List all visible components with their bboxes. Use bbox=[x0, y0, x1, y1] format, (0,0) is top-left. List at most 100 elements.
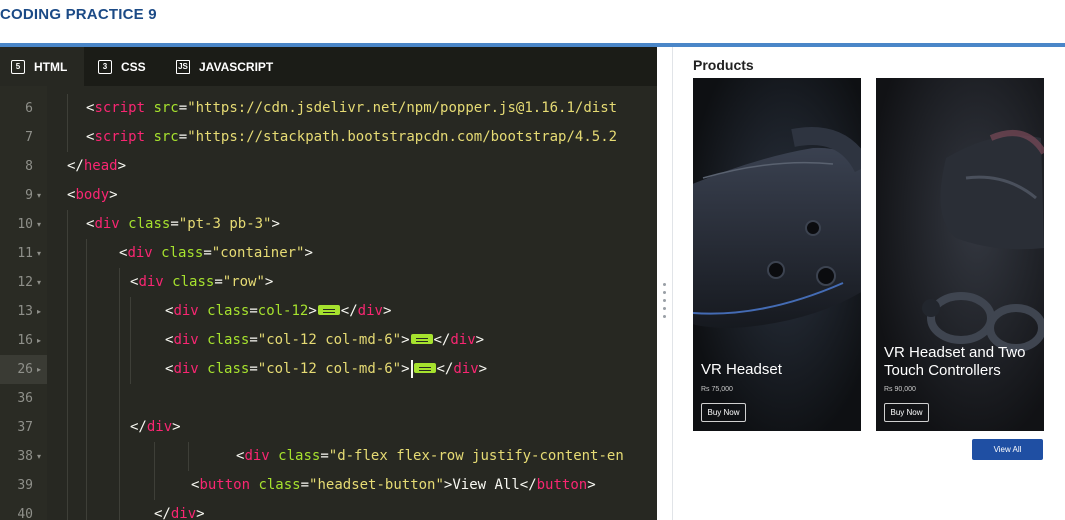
drag-handle-icon bbox=[663, 283, 666, 323]
fold-toggle-icon[interactable]: ▸ bbox=[37, 355, 41, 384]
indent-guide bbox=[86, 442, 87, 471]
css3-icon: 3 bbox=[98, 59, 112, 74]
code-text: <div class="container"> bbox=[119, 245, 313, 261]
code-text: <div class="d-flex flex-row justify-cont… bbox=[236, 448, 624, 464]
code-text: <script src="https://cdn.jsdelivr.net/np… bbox=[86, 100, 618, 116]
product-card: VR Headset Rs 75,000 Buy Now bbox=[693, 78, 861, 431]
tab-html[interactable]: 5 HTML bbox=[0, 47, 84, 86]
indent-guide bbox=[130, 326, 131, 355]
code-editor[interactable]: 5 HTML 3 CSS JS JAVASCRIPT 6 <script src… bbox=[0, 47, 657, 520]
products-heading: Products bbox=[693, 57, 754, 73]
indent-guide bbox=[86, 355, 87, 384]
indent-guide bbox=[67, 384, 68, 413]
indent-guide bbox=[119, 413, 120, 442]
indent-guide bbox=[86, 500, 87, 520]
editor-tab-bar: 5 HTML 3 CSS JS JAVASCRIPT bbox=[0, 47, 657, 86]
code-line[interactable]: 12 ▾ <div class="row"> bbox=[0, 268, 657, 297]
indent-guide bbox=[119, 297, 120, 326]
code-text: <script src="https://stackpath.bootstrap… bbox=[86, 129, 618, 145]
indent-guide bbox=[67, 413, 68, 442]
fold-toggle-icon[interactable]: ▾ bbox=[37, 210, 41, 239]
line-number: 6 bbox=[25, 101, 33, 116]
buy-now-button[interactable]: Buy Now bbox=[701, 403, 746, 422]
indent-guide bbox=[67, 210, 68, 239]
indent-guide bbox=[130, 297, 131, 326]
indent-guide bbox=[119, 384, 120, 413]
indent-guide bbox=[67, 239, 68, 268]
indent-guide bbox=[86, 384, 87, 413]
tab-css[interactable]: 3 CSS bbox=[84, 47, 162, 86]
code-line[interactable]: 6 <script src="https://cdn.jsdelivr.net/… bbox=[0, 94, 657, 123]
line-number: 36 bbox=[17, 391, 33, 406]
code-line[interactable]: 13 ▸ <div class=col-12> </div> bbox=[0, 297, 657, 326]
code-text: <body> bbox=[67, 187, 118, 203]
page-header: CODING PRACTICE 9 bbox=[0, 0, 1065, 44]
indent-guide bbox=[67, 297, 68, 326]
indent-guide bbox=[67, 326, 68, 355]
fold-toggle-icon[interactable]: ▸ bbox=[37, 297, 41, 326]
product-title: VR Headset bbox=[701, 361, 782, 378]
folded-code-icon[interactable] bbox=[413, 363, 436, 373]
panel-resize-handle[interactable] bbox=[657, 47, 673, 520]
code-text: </div> bbox=[130, 419, 181, 435]
code-text: <div class=col-12> </div> bbox=[165, 303, 392, 319]
indent-guide bbox=[67, 355, 68, 384]
preview-pane: Products VR Headset Rs 75,000 Buy Now VR… bbox=[674, 47, 1065, 520]
indent-guide bbox=[67, 268, 68, 297]
folded-code-icon[interactable] bbox=[317, 305, 340, 315]
page-title: CODING PRACTICE 9 bbox=[0, 6, 157, 23]
text-cursor bbox=[410, 360, 413, 378]
product-title: VR Headset and Two Touch Controllers bbox=[884, 344, 1026, 379]
line-number: 7 bbox=[25, 130, 33, 145]
code-line[interactable]: 8 </head> bbox=[0, 152, 657, 181]
line-number: 40 bbox=[17, 507, 33, 520]
view-all-button[interactable]: View All bbox=[972, 439, 1043, 460]
product-card: VR Headset and Two Touch Controllers Rs … bbox=[876, 78, 1044, 431]
fold-toggle-icon[interactable]: ▸ bbox=[37, 326, 41, 355]
indent-guide bbox=[67, 471, 68, 500]
code-text: </head> bbox=[67, 158, 127, 174]
code-text: </div> bbox=[154, 506, 205, 520]
indent-guide bbox=[154, 442, 155, 471]
indent-guide bbox=[86, 471, 87, 500]
fold-toggle-icon[interactable]: ▾ bbox=[37, 442, 41, 471]
code-line[interactable]: 10 ▾ <div class="pt-3 pb-3"> bbox=[0, 210, 657, 239]
indent-guide bbox=[119, 326, 120, 355]
tab-javascript[interactable]: JS JAVASCRIPT bbox=[162, 47, 292, 86]
code-line[interactable]: 9 ▾ <body> bbox=[0, 181, 657, 210]
indent-guide bbox=[86, 297, 87, 326]
indent-guide bbox=[67, 123, 68, 152]
code-line-current[interactable]: 26 ▸ <div class="col-12 col-md-6"> </div> bbox=[0, 355, 657, 384]
code-line[interactable]: 38 ▾ <div class="d-flex flex-row justify… bbox=[0, 442, 657, 471]
indent-guide bbox=[119, 268, 120, 297]
product-price: Rs 75,000 bbox=[701, 386, 733, 393]
product-price: Rs 90,000 bbox=[884, 386, 916, 393]
indent-guide bbox=[119, 442, 120, 471]
html5-icon: 5 bbox=[11, 59, 25, 74]
fold-toggle-icon[interactable]: ▾ bbox=[37, 239, 41, 268]
indent-guide bbox=[86, 326, 87, 355]
javascript-file-icon: JS bbox=[176, 59, 190, 74]
code-text: <button class="headset-button">View All<… bbox=[191, 477, 596, 493]
buy-now-button[interactable]: Buy Now bbox=[884, 403, 929, 422]
tab-css-label: CSS bbox=[121, 59, 146, 74]
code-line[interactable]: 11 ▾ <div class="container"> bbox=[0, 239, 657, 268]
line-number: 8 bbox=[25, 159, 33, 174]
code-line[interactable]: 37 </div> bbox=[0, 413, 657, 442]
code-line[interactable]: 39 <button class="headset-button">View A… bbox=[0, 471, 657, 500]
code-line[interactable]: 7 <script src="https://stackpath.bootstr… bbox=[0, 123, 657, 152]
indent-guide bbox=[119, 500, 120, 520]
folded-code-icon[interactable] bbox=[410, 334, 433, 344]
code-line[interactable]: 40 </div> bbox=[0, 500, 657, 520]
code-text: <div class="col-12 col-md-6"> </div> bbox=[165, 332, 485, 348]
code-text: <div class="col-12 col-md-6"> </div> bbox=[165, 360, 488, 378]
tab-html-label: HTML bbox=[34, 59, 68, 74]
fold-toggle-icon[interactable]: ▾ bbox=[37, 268, 41, 297]
code-line[interactable]: 36 bbox=[0, 384, 657, 413]
line-number: 39 bbox=[17, 478, 33, 493]
fold-toggle-icon[interactable]: ▾ bbox=[37, 181, 41, 210]
indent-guide bbox=[188, 442, 189, 471]
code-line[interactable]: 16 ▸ <div class="col-12 col-md-6"> </div> bbox=[0, 326, 657, 355]
indent-guide bbox=[119, 355, 120, 384]
indent-guide bbox=[86, 239, 87, 268]
